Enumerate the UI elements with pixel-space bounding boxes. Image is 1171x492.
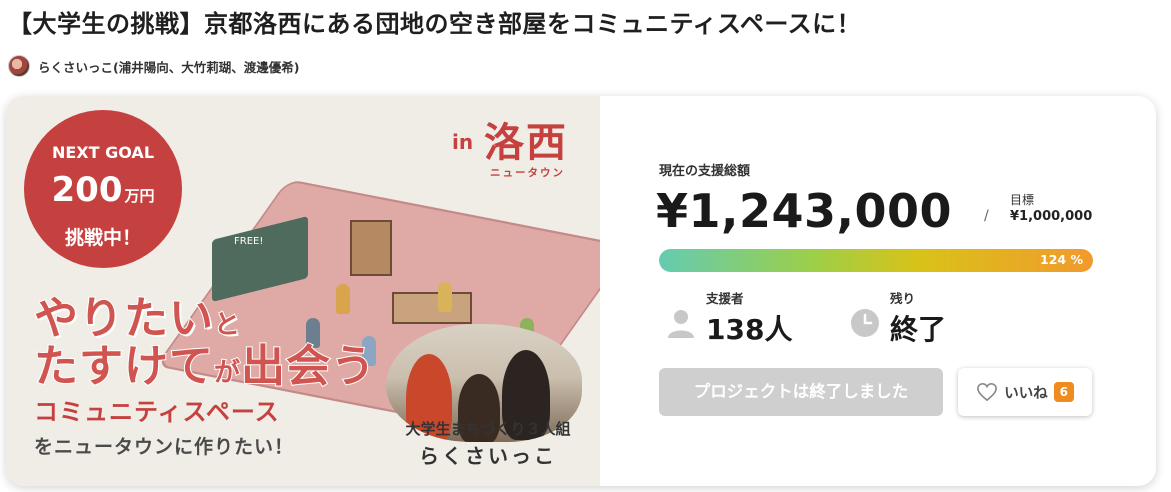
in-label: in [452,130,474,154]
total-label: 現在の支援総額 [659,164,751,179]
supporters-label: 支援者 [706,291,744,306]
target-divider: / [984,208,989,224]
illustration-person [438,282,452,312]
funding-progress-bar: 124 % [659,249,1093,272]
like-count-badge: 6 [1053,382,1074,402]
goal-amount: 200 万円 [51,170,155,210]
owner-name[interactable]: らくさいっこ(浦井陽向、大竹莉瑚、渡邊優希) [38,57,299,76]
supporters-stat: 支援者 138人 [666,288,836,348]
project-owner[interactable]: らくさいっこ(浦井陽向、大竹莉瑚、渡邊優希) [8,54,299,78]
funding-progress-fill [659,249,1093,272]
project-ended-button[interactable]: プロジェクトは終了しました [659,368,943,416]
target-amount: ¥1,000,000 [1010,209,1093,224]
project-card: FREE! NEXT GOAL 200 万円 挑戦中！ in 洛西 ニュータウン … [6,96,1156,486]
remaining-value: 終了 [890,313,947,346]
remaining-label: 残り [890,291,916,306]
next-goal-badge: NEXT GOAL 200 万円 挑戦中！ [24,110,182,268]
page-title: 【大学生の挑戦】京都洛西にある団地の空き部屋をコミュニティスペースに！ [8,10,862,38]
heart-icon [977,382,998,402]
place-sublabel: ニュータウン [490,167,565,179]
supporters-value: 138人 [706,313,793,346]
funding-panel: 現在の支援総額 ¥1,243,000 / 目標 ¥1,000,000 124 %… [600,96,1156,486]
funding-percent: 124 % [1040,252,1083,267]
team-label: 大学生まちづくり３人組 [405,420,571,438]
like-button[interactable]: いいね 6 [958,368,1092,416]
like-label: いいね [1004,385,1048,402]
goal-heading: NEXT GOAL [51,143,155,162]
goal-challenge-text: 挑戦中！ [64,227,141,249]
person-icon [668,310,694,338]
remaining-stat: 残り 終了 [850,288,1020,348]
blackboard-text: FREE! [234,236,264,247]
illustration-person [336,284,350,314]
build-line-text: をニュータウンに作りたい！ [34,436,295,458]
tagline-line-2: たすけてが出会う [33,340,377,393]
illustration-counter [392,292,472,324]
project-visual: FREE! NEXT GOAL 200 万円 挑戦中！ in 洛西 ニュータウン … [6,96,600,486]
target-label: 目標 [1010,193,1035,207]
avatar[interactable] [8,55,30,77]
illustration-shelf [350,220,392,276]
clock-icon [851,309,879,337]
community-space-text: コミュニティスペース [34,398,280,426]
total-amount: ¥1,243,000 [656,184,953,238]
place-label: 洛西 [484,120,568,166]
team-name: らくさいっこ [419,444,557,468]
